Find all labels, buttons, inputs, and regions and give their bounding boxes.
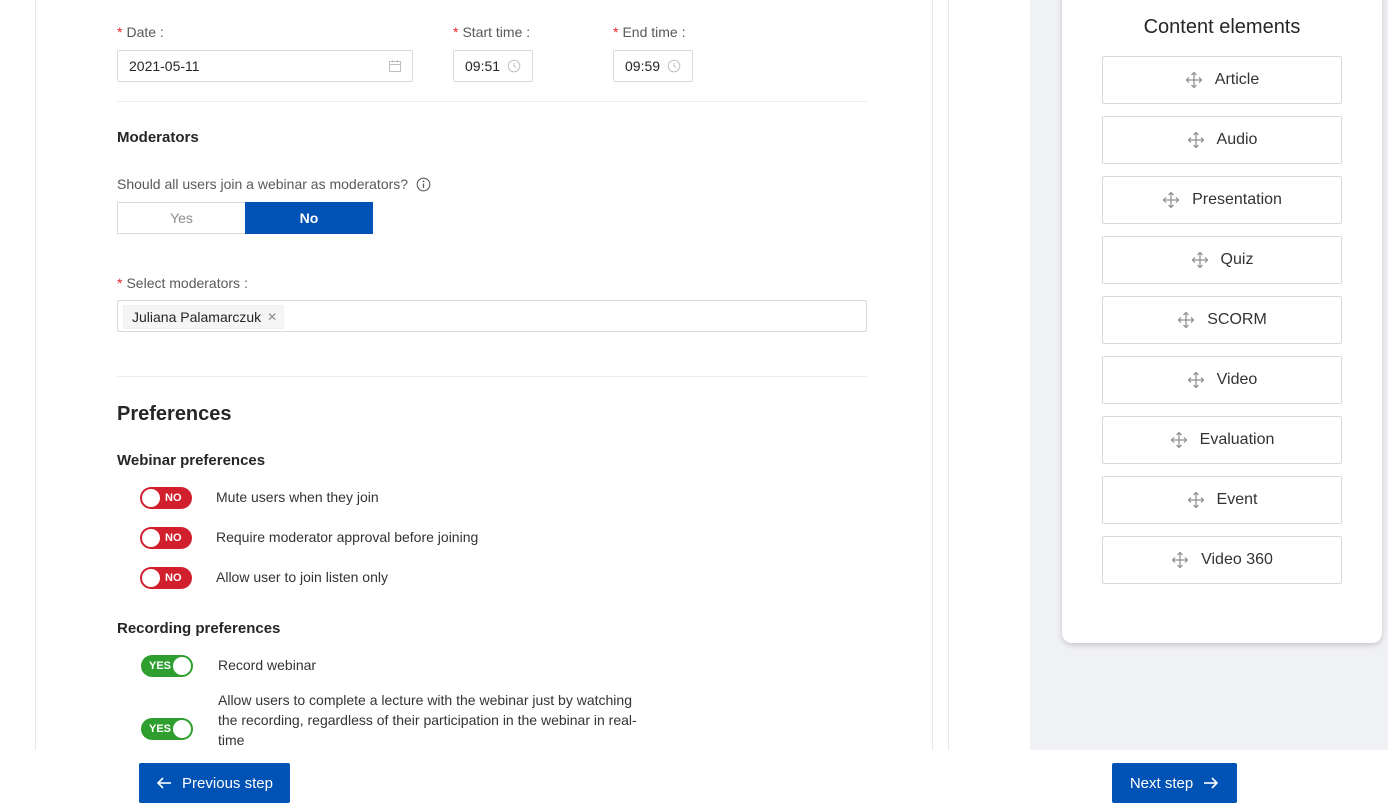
record-webinar-label: Record webinar [218, 657, 317, 673]
moderators-segmented-control: Yes No [117, 202, 373, 234]
move-icon [1177, 311, 1195, 329]
mute-users-switch[interactable]: NO [140, 487, 192, 509]
date-label: * Date : [117, 24, 164, 40]
arrow-left-icon [156, 777, 172, 789]
form-outer-border [948, 0, 949, 750]
moderator-tag: Juliana Palamarczuk ✕ [123, 305, 285, 329]
content-element-quiz[interactable]: Quiz [1102, 236, 1342, 284]
content-element-label: Event [1216, 491, 1258, 508]
webinar-preferences-heading: Webinar preferences [117, 452, 266, 469]
move-icon [1185, 71, 1203, 89]
segment-yes[interactable]: Yes [117, 202, 245, 234]
moderator-approval-switch[interactable]: NO [140, 527, 192, 549]
content-element-evaluation[interactable]: Evaluation [1102, 416, 1342, 464]
content-element-event[interactable]: Event [1102, 476, 1342, 524]
record-webinar-switch[interactable]: YES [141, 655, 193, 677]
previous-step-button[interactable]: Previous step [139, 763, 290, 803]
content-element-label: Video 360 [1201, 551, 1273, 568]
content-element-scorm[interactable]: SCORM [1102, 296, 1342, 344]
moderators-heading: Moderators [117, 129, 199, 146]
section-divider [117, 101, 867, 102]
clock-icon [507, 59, 521, 73]
calendar-icon [389, 60, 401, 72]
end-time-value: 09:59 [625, 58, 661, 74]
content-element-label: Video [1216, 371, 1258, 388]
previous-step-label: Previous step [182, 774, 273, 792]
listen-only-label: Allow user to join listen only [216, 569, 388, 585]
move-icon [1187, 371, 1205, 389]
close-icon[interactable]: ✕ [267, 310, 277, 324]
date-value: 2021-05-11 [129, 58, 200, 74]
clock-icon [667, 59, 681, 73]
end-time-input[interactable]: 09:59 [613, 50, 693, 82]
move-icon [1187, 131, 1204, 149]
select-moderators-label: * Select moderators : [117, 275, 248, 291]
move-icon [1191, 251, 1208, 269]
content-element-audio[interactable]: Audio [1102, 116, 1342, 164]
listen-only-switch[interactable]: NO [140, 567, 192, 589]
form-right-border [932, 0, 933, 750]
content-element-label: SCORM [1207, 311, 1267, 328]
recording-preferences-heading: Recording preferences [117, 620, 281, 637]
content-elements-title: Content elements [1143, 16, 1301, 38]
preferences-heading: Preferences [117, 403, 232, 425]
move-icon [1187, 491, 1204, 509]
select-moderators-input[interactable]: Juliana Palamarczuk ✕ [117, 300, 867, 332]
moderator-approval-label: Require moderator approval before joinin… [216, 529, 479, 545]
start-time-label: * Start time : [453, 24, 531, 40]
start-time-value: 09:51 [465, 58, 501, 74]
content-element-presentation[interactable]: Presentation [1102, 176, 1342, 224]
move-icon [1171, 551, 1189, 569]
complete-by-recording-label: Allow users to complete a lecture with t… [218, 692, 637, 748]
content-element-video-360[interactable]: Video 360 [1102, 536, 1342, 584]
moderators-question: Should all users join a webinar as moder… [117, 176, 431, 192]
next-step-label: Next step [1129, 774, 1194, 792]
arrow-right-icon [1204, 777, 1219, 789]
content-element-label: Evaluation [1199, 431, 1275, 448]
move-icon [1162, 191, 1180, 209]
content-element-label: Presentation [1192, 191, 1282, 208]
content-element-label: Article [1214, 71, 1260, 88]
complete-by-recording-switch[interactable]: YES [141, 718, 193, 740]
content-element-label: Audio [1216, 131, 1258, 148]
segment-no[interactable]: No [245, 202, 373, 234]
content-elements-panel: Content elements Article Audio Presentatio… [1062, 0, 1382, 643]
content-element-article[interactable]: Article [1102, 56, 1342, 104]
content-element-label: Quiz [1220, 251, 1254, 268]
move-icon [1170, 431, 1187, 449]
next-step-button[interactable]: Next step [1112, 763, 1237, 803]
moderator-tag-label: Juliana Palamarczuk [132, 309, 262, 325]
info-icon[interactable] [416, 177, 431, 192]
content-element-video[interactable]: Video [1102, 356, 1342, 404]
end-time-label: * End time : [613, 24, 686, 40]
moderators-question-text: Should all users join a webinar as moder… [117, 176, 409, 192]
start-time-input[interactable]: 09:51 [453, 50, 533, 82]
form-left-border [35, 0, 36, 750]
date-input[interactable]: 2021-05-11 [117, 50, 413, 82]
section-divider [117, 376, 867, 377]
mute-users-label: Mute users when they join [216, 489, 379, 505]
